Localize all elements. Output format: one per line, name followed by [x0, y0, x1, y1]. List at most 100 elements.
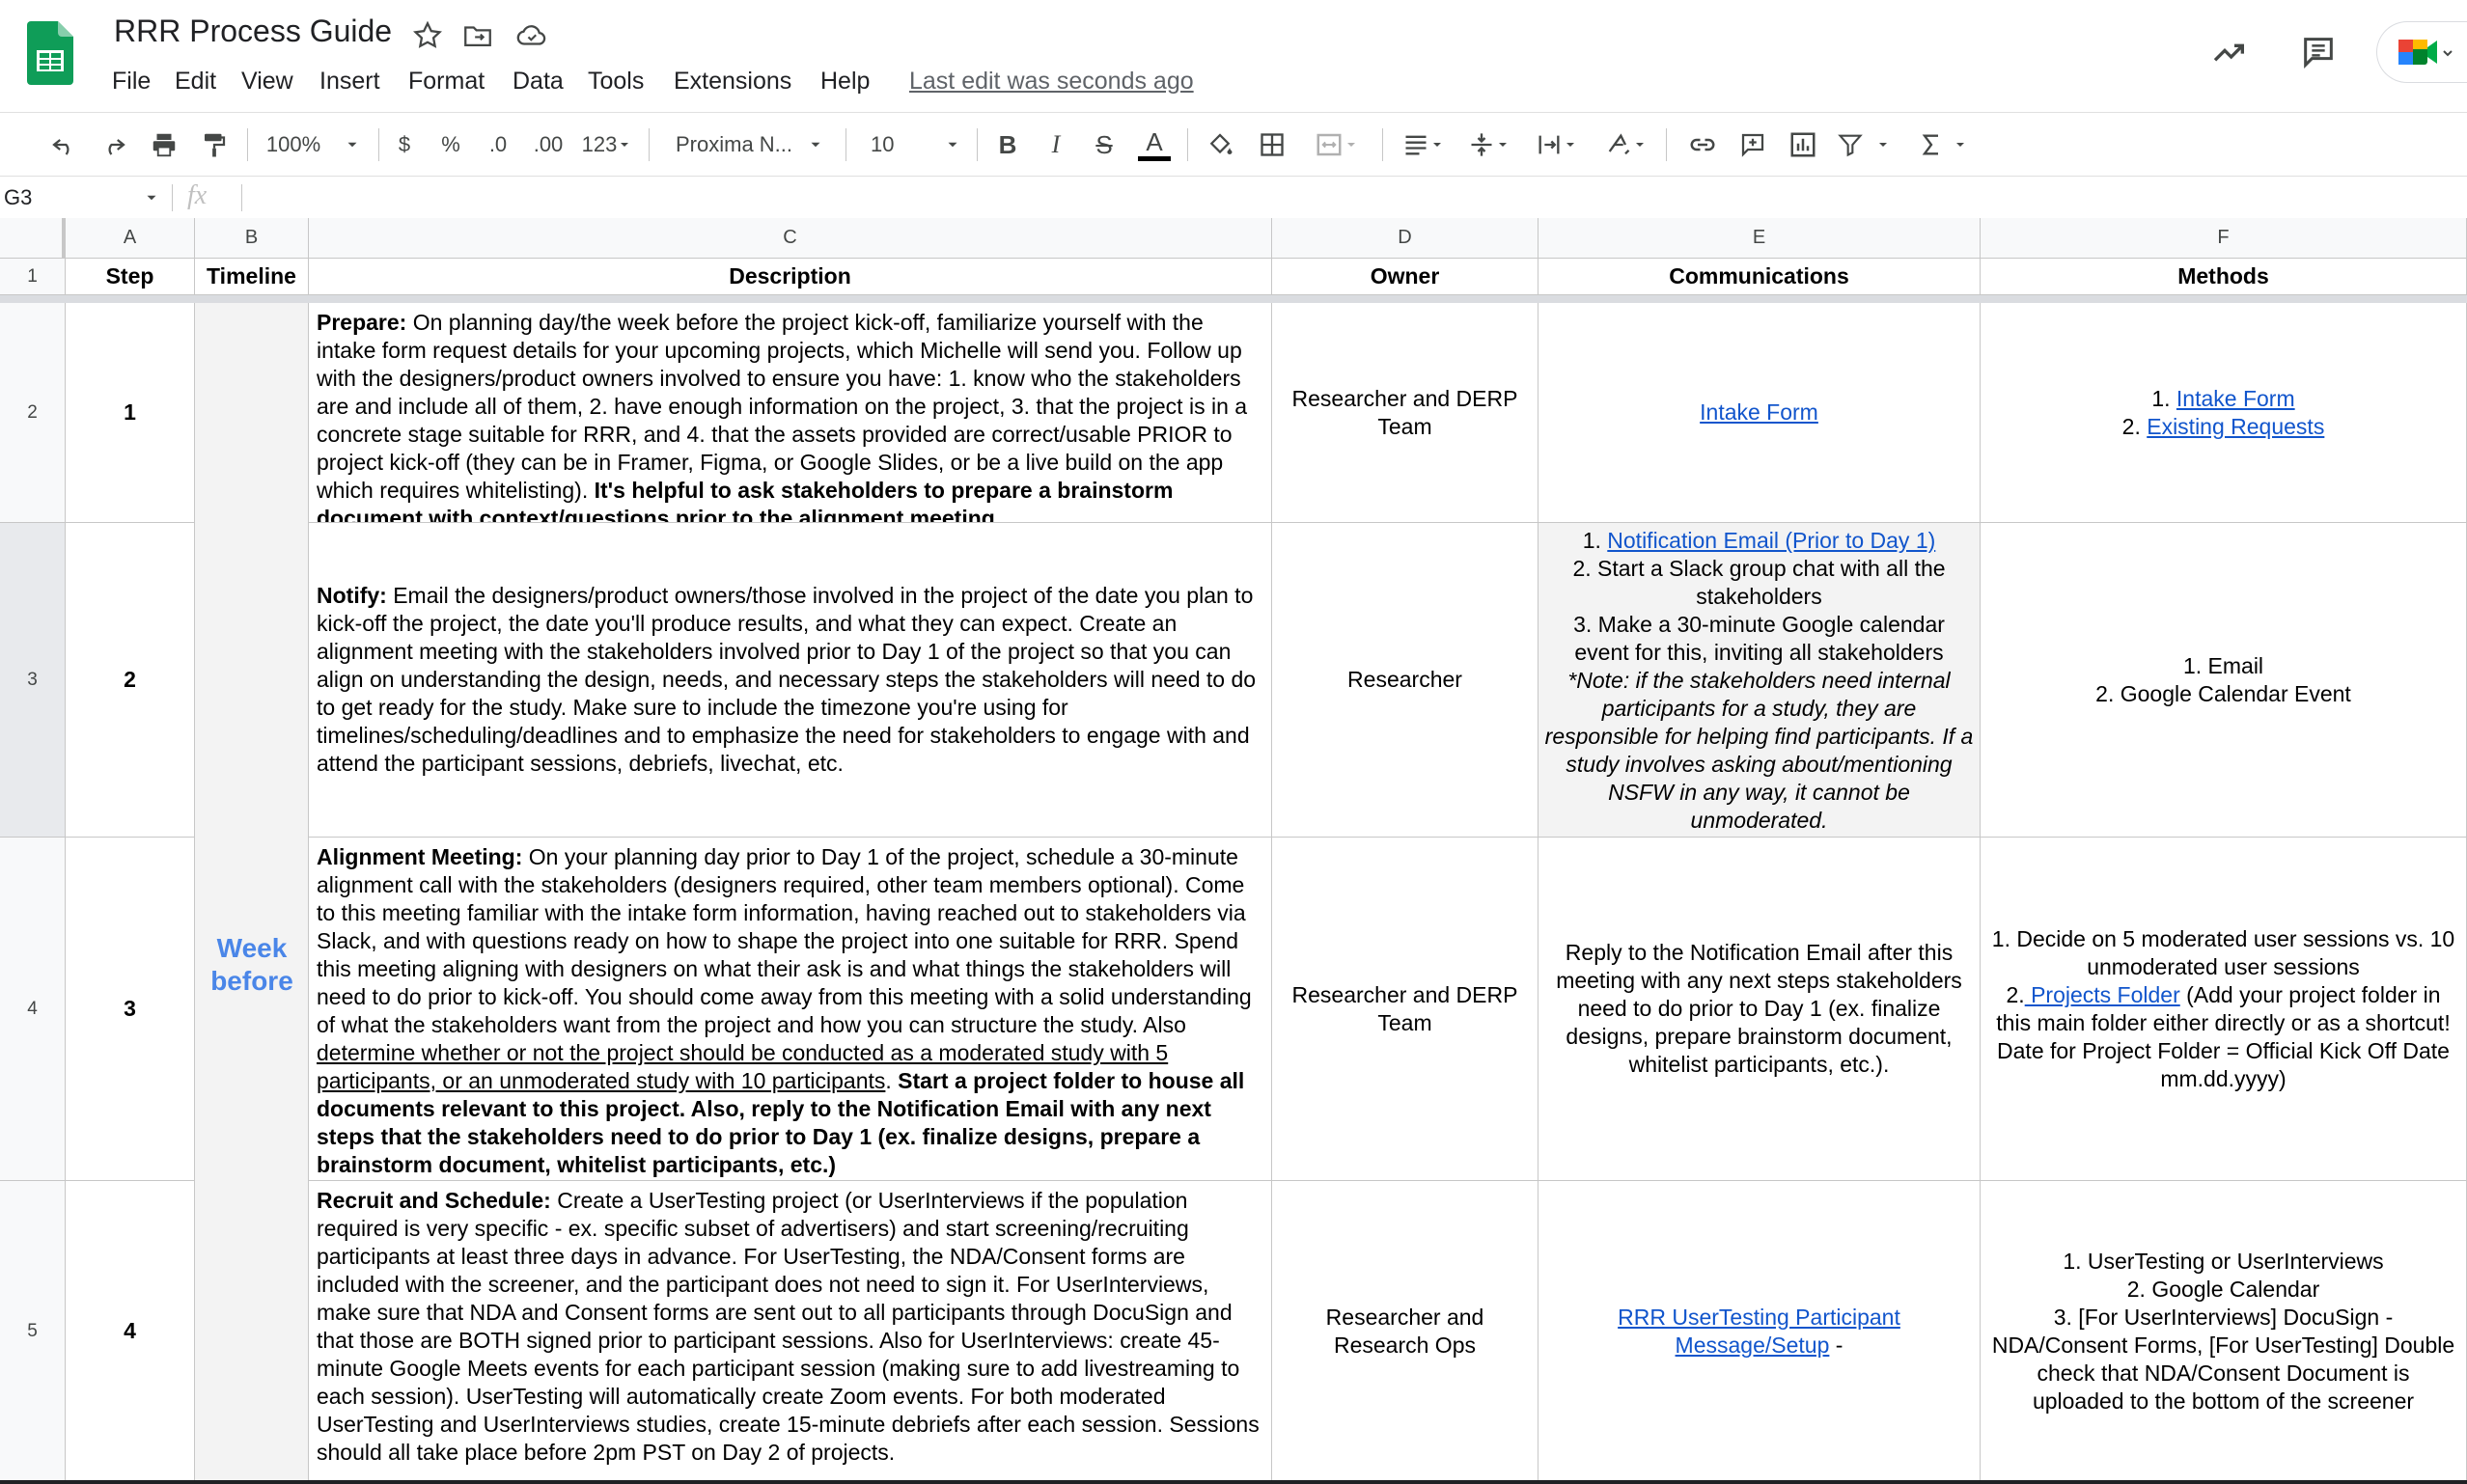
header-communications[interactable]: Communications: [1538, 259, 1981, 295]
filter-icon[interactable]: [1834, 113, 1894, 177]
timeline-label: Week before: [210, 933, 293, 996]
column-header-b[interactable]: B: [195, 218, 309, 259]
menu-extensions[interactable]: Extensions: [674, 68, 791, 96]
menu-file[interactable]: File: [112, 68, 151, 96]
notification-email-link[interactable]: Notification Email (Prior to Day 1): [1607, 528, 1935, 553]
functions-icon[interactable]: [1913, 113, 1973, 177]
font-size-select[interactable]: 10: [859, 113, 967, 177]
undo-icon[interactable]: [44, 113, 83, 177]
zoom-select[interactable]: 100%: [261, 113, 367, 177]
projects-folder-link[interactable]: Projects Folder: [2025, 982, 2180, 1007]
owner-cell[interactable]: Researcher: [1272, 523, 1538, 838]
methods-item: 2. Google Calendar: [2126, 1276, 2320, 1302]
move-folder-icon[interactable]: [461, 19, 494, 52]
step-cell[interactable]: 4: [66, 1181, 195, 1482]
intake-form-link[interactable]: Intake Form: [1700, 398, 1818, 426]
more-formats-select[interactable]: 123: [577, 113, 637, 177]
methods-cell[interactable]: 1. Intake Form 2. Existing Requests: [1981, 303, 2467, 523]
insert-comment-icon[interactable]: [1733, 113, 1772, 177]
communications-cell[interactable]: Reply to the Notification Email after th…: [1538, 838, 1981, 1181]
header-methods[interactable]: Methods: [1981, 259, 2467, 295]
menu-insert[interactable]: Insert: [319, 68, 380, 96]
methods-cell[interactable]: 1. UserTesting or UserInterviews 2. Goog…: [1981, 1181, 2467, 1482]
usertesting-setup-link[interactable]: RRR UserTesting Participant Message/Setu…: [1618, 1305, 1900, 1358]
methods-item: 1. Intake Form: [2151, 385, 2295, 411]
methods-item: 1. Email: [2182, 652, 2264, 678]
bold-button[interactable]: B: [990, 113, 1025, 177]
insert-link-icon[interactable]: [1683, 113, 1722, 177]
owner-cell[interactable]: Researcher and DERP Team: [1272, 838, 1538, 1181]
text-wrapping-icon[interactable]: [1527, 113, 1587, 177]
header-description[interactable]: Description: [309, 259, 1272, 295]
step-cell[interactable]: 2: [66, 523, 195, 838]
menu-tools[interactable]: Tools: [588, 68, 644, 96]
timeline-cell[interactable]: Week before: [195, 303, 309, 1482]
redo-icon[interactable]: [95, 113, 133, 177]
comments-icon[interactable]: [2299, 33, 2338, 71]
column-header-e[interactable]: E: [1538, 218, 1981, 259]
meet-button[interactable]: [2376, 21, 2467, 83]
description-cell[interactable]: Prepare: On planning day/the week before…: [309, 303, 1272, 523]
communications-cell[interactable]: Intake Form: [1538, 303, 1981, 523]
step-cell[interactable]: 1: [66, 303, 195, 523]
font-family-select[interactable]: Proxima N...: [664, 113, 834, 177]
header-step[interactable]: Step: [66, 259, 195, 295]
last-edit-link[interactable]: Last edit was seconds ago: [909, 68, 1194, 96]
star-icon[interactable]: [411, 19, 444, 52]
communications-cell[interactable]: RRR UserTesting Participant Message/Setu…: [1538, 1181, 1981, 1482]
step-cell[interactable]: 3: [66, 838, 195, 1181]
borders-icon[interactable]: [1253, 113, 1291, 177]
row-header-2[interactable]: 2: [0, 303, 66, 523]
column-header-c[interactable]: C: [309, 218, 1272, 259]
header-timeline[interactable]: Timeline: [195, 259, 309, 295]
menu-help[interactable]: Help: [820, 68, 870, 96]
menu-edit[interactable]: Edit: [175, 68, 216, 96]
frozen-row-divider[interactable]: [0, 295, 2467, 303]
strikethrough-button[interactable]: S: [1087, 113, 1122, 177]
cloud-status-icon[interactable]: [515, 19, 548, 52]
comm-item: 2. Start a Slack group chat with all the…: [1572, 556, 1946, 609]
formula-input[interactable]: [253, 177, 2463, 219]
horizontal-align-icon[interactable]: [1394, 113, 1454, 177]
column-header-f[interactable]: F: [1981, 218, 2467, 259]
row-header-3[interactable]: 3: [0, 523, 66, 838]
sheets-logo-icon[interactable]: [27, 21, 73, 85]
percent-format-button[interactable]: %: [436, 113, 465, 177]
row-header-1[interactable]: 1: [0, 259, 66, 295]
select-all-corner[interactable]: [0, 218, 66, 259]
intake-form-link[interactable]: Intake Form: [2176, 386, 2295, 411]
text-color-button[interactable]: A: [1135, 113, 1174, 177]
italic-button[interactable]: I: [1039, 113, 1073, 177]
description-cell[interactable]: Alignment Meeting: On your planning day …: [309, 838, 1272, 1181]
currency-format-button[interactable]: $: [390, 113, 419, 177]
methods-cell[interactable]: 1. Decide on 5 moderated user sessions v…: [1981, 838, 2467, 1181]
fill-color-icon[interactable]: [1201, 113, 1239, 177]
owner-cell[interactable]: Researcher and Research Ops: [1272, 1181, 1538, 1482]
row-header-5[interactable]: 5: [0, 1181, 66, 1482]
print-icon[interactable]: [145, 113, 183, 177]
document-title[interactable]: RRR Process Guide: [114, 14, 392, 49]
decrease-decimals-button[interactable]: .0: [481, 113, 515, 177]
comm-item: 1. Notification Email (Prior to Day 1): [1582, 528, 1936, 553]
menu-format[interactable]: Format: [408, 68, 485, 96]
communications-cell[interactable]: 1. Notification Email (Prior to Day 1) 2…: [1538, 523, 1981, 838]
description-cell[interactable]: Recruit and Schedule: Create a UserTesti…: [309, 1181, 1272, 1482]
description-cell[interactable]: Notify: Email the designers/product owne…: [309, 523, 1272, 838]
vertical-align-icon[interactable]: [1459, 113, 1519, 177]
column-header-a[interactable]: A: [66, 218, 195, 259]
activity-trend-icon[interactable]: [2210, 33, 2249, 71]
methods-cell[interactable]: 1. Email 2. Google Calendar Event: [1981, 523, 2467, 838]
paint-format-icon[interactable]: [195, 113, 234, 177]
menu-view[interactable]: View: [241, 68, 293, 96]
name-box[interactable]: G3: [0, 177, 164, 219]
header-owner[interactable]: Owner: [1272, 259, 1538, 295]
insert-chart-icon[interactable]: [1784, 113, 1822, 177]
row-header-4[interactable]: 4: [0, 838, 66, 1181]
owner-cell[interactable]: Researcher and DERP Team: [1272, 303, 1538, 523]
text-rotation-icon[interactable]: [1596, 113, 1656, 177]
merge-cells-icon[interactable]: [1303, 113, 1371, 177]
existing-requests-link[interactable]: Existing Requests: [2147, 414, 2324, 439]
increase-decimals-button[interactable]: .00: [527, 113, 569, 177]
column-header-d[interactable]: D: [1272, 218, 1538, 259]
menu-data[interactable]: Data: [513, 68, 564, 96]
